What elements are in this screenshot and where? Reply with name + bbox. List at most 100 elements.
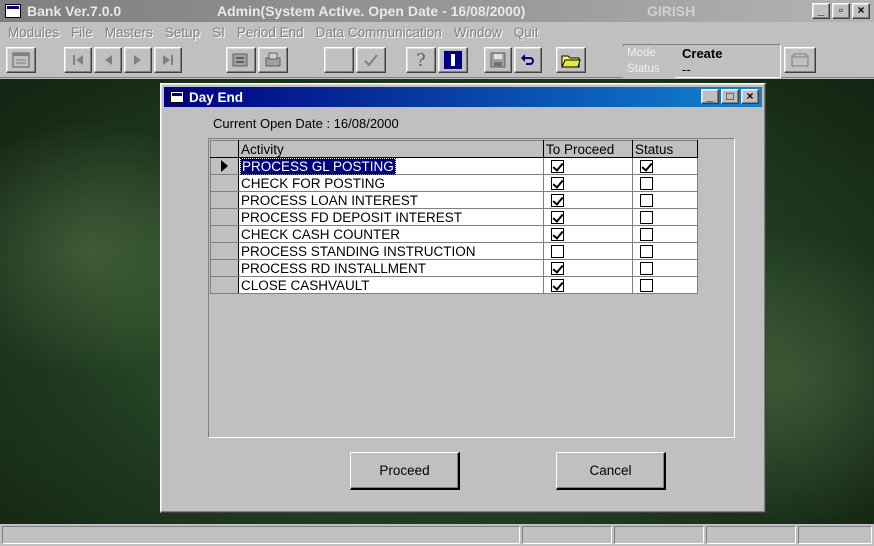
to-proceed-cell[interactable]: [543, 191, 633, 209]
dialog-window-icon[interactable]: [170, 91, 184, 103]
to-proceed-cell[interactable]: [543, 276, 633, 294]
status-checkbox[interactable]: [640, 194, 653, 208]
row-selector[interactable]: [210, 208, 239, 226]
row-selector[interactable]: [210, 259, 239, 277]
to-proceed-checkbox[interactable]: [551, 194, 564, 208]
app-window-icon[interactable]: [5, 4, 21, 18]
menu-file[interactable]: File: [71, 25, 93, 40]
to-proceed-cell[interactable]: [543, 208, 633, 226]
print-icon[interactable]: [258, 47, 288, 73]
last-record-icon[interactable]: [154, 47, 182, 73]
cancel-button[interactable]: Cancel: [556, 452, 666, 490]
window-icon[interactable]: [6, 47, 36, 73]
next-record-icon[interactable]: [124, 47, 152, 73]
status-checkbox[interactable]: [640, 228, 653, 242]
table-row[interactable]: CHECK FOR POSTING: [210, 174, 698, 192]
to-proceed-checkbox[interactable]: [551, 262, 564, 276]
row-selector[interactable]: [210, 191, 239, 209]
activity-cell[interactable]: PROCESS FD DEPOSIT INTEREST: [238, 208, 544, 226]
to-proceed-checkbox[interactable]: [551, 160, 564, 174]
proceed-button[interactable]: Proceed: [350, 452, 460, 490]
menu-si[interactable]: SI: [212, 25, 225, 40]
first-record-icon[interactable]: [64, 47, 92, 73]
table-row[interactable]: PROCESS LOAN INTEREST: [210, 191, 698, 209]
activity-name: CHECK FOR POSTING: [241, 175, 386, 191]
table-row[interactable]: PROCESS RD INSTALLMENT: [210, 259, 698, 277]
status-pane-main: [2, 526, 520, 544]
table-row[interactable]: CLOSE CASHVAULT: [210, 276, 698, 294]
status-cell[interactable]: [632, 225, 698, 243]
column-header-to-proceed[interactable]: To Proceed: [543, 140, 633, 158]
dialog-minimize-button[interactable]: _: [701, 89, 719, 104]
activity-grid[interactable]: Activity To Proceed Status PROCESS GL PO…: [208, 138, 735, 438]
row-selector[interactable]: [210, 225, 239, 243]
table-row[interactable]: CHECK CASH COUNTER: [210, 225, 698, 243]
check-icon[interactable]: [356, 47, 386, 73]
menu-window[interactable]: Window: [454, 25, 502, 40]
minimize-button[interactable]: _: [812, 3, 830, 19]
menu-data-communication[interactable]: Data Communication: [316, 25, 442, 40]
status-checkbox[interactable]: [640, 211, 653, 225]
open-folder-icon[interactable]: [556, 47, 586, 73]
current-open-date: Current Open Date : 16/08/2000: [213, 116, 399, 131]
table-row[interactable]: PROCESS STANDING INSTRUCTION: [210, 242, 698, 260]
status-checkbox[interactable]: [640, 177, 653, 191]
status-cell[interactable]: [632, 191, 698, 209]
to-proceed-checkbox[interactable]: [551, 211, 564, 225]
restore-button[interactable]: ▫: [832, 3, 850, 19]
row-selector[interactable]: [210, 157, 239, 175]
status-cell[interactable]: [632, 276, 698, 294]
help-icon[interactable]: ?: [406, 47, 436, 73]
activity-cell[interactable]: PROCESS RD INSTALLMENT: [238, 259, 544, 277]
to-proceed-checkbox[interactable]: [551, 279, 564, 293]
menu-quit[interactable]: Quit: [514, 25, 539, 40]
exit-icon[interactable]: [784, 47, 816, 73]
previous-record-icon[interactable]: [94, 47, 122, 73]
to-proceed-cell[interactable]: [543, 242, 633, 260]
status-checkbox[interactable]: [640, 262, 653, 276]
menu-modules[interactable]: Modules: [8, 25, 59, 40]
dialog-maximize-button[interactable]: □: [721, 89, 739, 104]
activity-cell[interactable]: PROCESS STANDING INSTRUCTION: [238, 242, 544, 260]
to-proceed-cell[interactable]: [543, 174, 633, 192]
status-checkbox[interactable]: [640, 279, 653, 293]
column-header-activity[interactable]: Activity: [238, 140, 544, 158]
row-selector[interactable]: [210, 276, 239, 294]
to-proceed-checkbox[interactable]: [551, 177, 564, 191]
status-bar: [0, 524, 874, 546]
status-checkbox[interactable]: [640, 245, 653, 259]
dialog-close-button[interactable]: ×: [741, 89, 759, 104]
save-icon[interactable]: [484, 47, 512, 73]
undo-icon[interactable]: [514, 47, 542, 73]
status-cell[interactable]: [632, 259, 698, 277]
activity-cell[interactable]: CHECK FOR POSTING: [238, 174, 544, 192]
activity-cell[interactable]: PROCESS GL POSTING: [238, 157, 544, 175]
activity-cell[interactable]: CLOSE CASHVAULT: [238, 276, 544, 294]
activity-cell[interactable]: CHECK CASH COUNTER: [238, 225, 544, 243]
menu-masters[interactable]: Masters: [105, 25, 153, 40]
status-cell[interactable]: [632, 242, 698, 260]
activity-cell[interactable]: PROCESS LOAN INTEREST: [238, 191, 544, 209]
row-selector[interactable]: [210, 242, 239, 260]
find-icon[interactable]: [226, 47, 256, 73]
blank-icon[interactable]: [324, 47, 354, 73]
to-proceed-cell[interactable]: [543, 259, 633, 277]
table-row[interactable]: PROCESS FD DEPOSIT INTEREST: [210, 208, 698, 226]
info-icon[interactable]: [438, 47, 468, 73]
menu-setup[interactable]: Setup: [165, 25, 200, 40]
status-cell[interactable]: [632, 174, 698, 192]
menu-period-end[interactable]: Period End: [237, 25, 304, 40]
status-cell[interactable]: [632, 157, 698, 175]
mode-label: Mode: [623, 46, 675, 62]
to-proceed-checkbox[interactable]: [551, 228, 564, 242]
status-cell[interactable]: [632, 208, 698, 226]
column-header-status[interactable]: Status: [632, 140, 698, 158]
dialog-title: Day End: [189, 89, 244, 105]
to-proceed-cell[interactable]: [543, 157, 633, 175]
to-proceed-cell[interactable]: [543, 225, 633, 243]
table-row[interactable]: PROCESS GL POSTING: [210, 157, 698, 175]
close-button[interactable]: ×: [852, 3, 870, 19]
to-proceed-checkbox[interactable]: [551, 245, 564, 259]
status-checkbox[interactable]: [640, 160, 653, 174]
row-selector[interactable]: [210, 174, 239, 192]
